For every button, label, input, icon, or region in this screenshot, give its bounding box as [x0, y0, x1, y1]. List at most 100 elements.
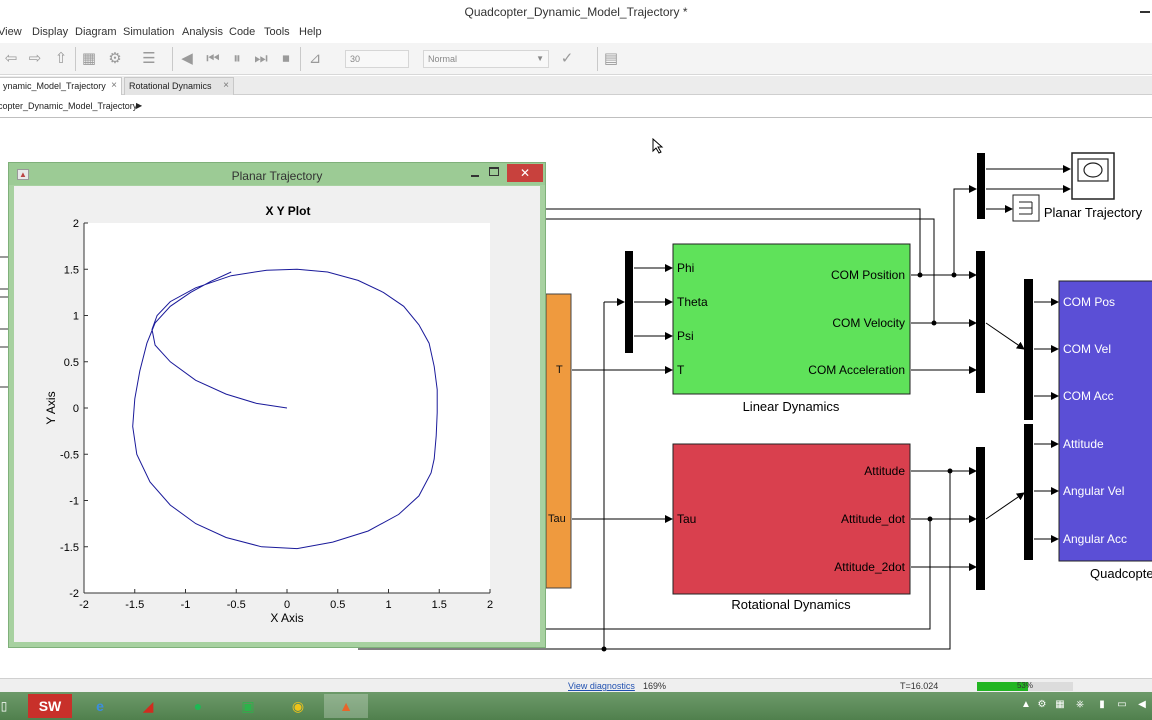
- zoom-level: 169%: [643, 681, 667, 691]
- figure-titlebar[interactable]: ▲ Planar Trajectory ✕: [9, 163, 545, 185]
- figure-maximize-icon[interactable]: [489, 167, 499, 176]
- linear-in-t: T: [677, 363, 685, 377]
- pause-icon[interactable]: ⏸: [228, 50, 246, 68]
- battery-icon[interactable]: ▭: [1116, 699, 1128, 711]
- chevron-down-icon: ▼: [536, 54, 544, 63]
- tab-rotational-dynamics[interactable]: Rotational Dynamics ×: [124, 77, 234, 95]
- library-icon[interactable]: ▦: [80, 50, 98, 68]
- solidworks-icon[interactable]: SW: [28, 694, 72, 718]
- mouse-cursor-icon: [652, 138, 664, 154]
- x-tick-label: 1.5: [432, 599, 447, 611]
- menu-view[interactable]: View: [0, 26, 22, 38]
- y-tick-label: -2: [69, 588, 79, 600]
- up-icon[interactable]: ⇧: [52, 50, 70, 68]
- x-tick-label: -1: [181, 599, 191, 611]
- forward-icon[interactable]: ⇨: [26, 50, 44, 68]
- tab-model[interactable]: ynamic_Model_Trajectory ×: [0, 77, 122, 95]
- status-bar: View diagnostics 169% T=16.024 53%: [0, 678, 1152, 692]
- grid-icon[interactable]: ▤: [602, 50, 620, 68]
- figure-close-button[interactable]: ✕: [507, 164, 543, 182]
- tab-label: ynamic_Model_Trajectory: [3, 81, 106, 91]
- x-tick-label: 0: [284, 599, 290, 611]
- spotify-icon[interactable]: ●: [176, 694, 220, 718]
- matlab-icon[interactable]: ▲: [324, 694, 368, 718]
- settings-icon[interactable]: ⚙: [106, 50, 124, 68]
- y-tick-label: -1: [69, 496, 79, 508]
- breadcrumb-item[interactable]: copter_Dynamic_Model_Trajectory: [0, 101, 137, 111]
- menu-display[interactable]: Display: [32, 26, 68, 38]
- x-axis-label: X Axis: [270, 611, 303, 625]
- menu-analysis[interactable]: Analysis: [182, 26, 223, 38]
- figure-minimize-icon[interactable]: [469, 165, 483, 179]
- minimize-icon[interactable]: [1138, 4, 1152, 18]
- chrome-icon[interactable]: ◉: [276, 694, 320, 718]
- tray-icon[interactable]: ⎈: [1074, 699, 1086, 711]
- x-tick-label: 0.5: [330, 599, 345, 611]
- quad-in-com-vel: COM Vel: [1063, 342, 1111, 356]
- close-icon[interactable]: ×: [223, 80, 229, 91]
- controller-block[interactable]: T Tau: [545, 293, 572, 589]
- y-axis-label: Y Axis: [44, 391, 58, 424]
- scope-icon[interactable]: ⊿: [306, 50, 324, 68]
- linear-out-com-velocity: COM Velocity: [832, 316, 905, 330]
- app-icon[interactable]: ◢: [126, 694, 170, 718]
- linear-dynamics-block[interactable]: Phi Theta Psi T COM Position COM Velocit…: [672, 243, 911, 414]
- y-tick-label: 2: [73, 218, 79, 230]
- menu-tools[interactable]: Tools: [264, 26, 290, 38]
- rotational-out-attitude-2dot: Attitude_2dot: [834, 560, 905, 574]
- window-titlebar: Quadcopter_Dynamic_Model_Trajectory *: [0, 0, 1152, 24]
- quadcopter-body: [1058, 280, 1152, 562]
- tray-icon[interactable]: ▦: [1054, 699, 1066, 711]
- rotational-dynamics-label: Rotational Dynamics: [731, 597, 851, 612]
- menu-code[interactable]: Code: [229, 26, 255, 38]
- tab-bar: ynamic_Model_Trajectory × Rotational Dyn…: [0, 76, 1152, 95]
- step-icon[interactable]: ⏮: [204, 50, 222, 68]
- rotational-dynamics-block[interactable]: Tau Attitude Attitude_dot Attitude_2dot …: [672, 443, 911, 612]
- tray-arrow-icon[interactable]: ▲: [1020, 699, 1032, 711]
- rotational-out-attitude: Attitude: [864, 464, 905, 478]
- controller-port-t: T: [556, 364, 563, 376]
- figure-body: X Y Plot -2 -1.5 -1 -0.5 0 0.5 1 1.5 2 2 1.5 1 0.5 0…: [14, 186, 540, 642]
- taskbar: ▯ SW e ◢ ● ▣ ◉ ▲ ▲ ⚙ ▦ ⎈ ▮ ▭ ◀: [0, 692, 1152, 720]
- rotational-in-tau: Tau: [677, 512, 696, 526]
- terminator-block[interactable]: [1012, 194, 1040, 222]
- check-icon[interactable]: ✓: [558, 50, 576, 68]
- breadcrumb-arrow-icon: ▶: [136, 101, 143, 110]
- linear-in-theta: Theta: [677, 295, 708, 309]
- linear-in-phi: Phi: [677, 261, 694, 275]
- figure-title: Planar Trajectory: [231, 169, 323, 183]
- quad-in-com-acc: COM Acc: [1063, 389, 1114, 403]
- quad-in-com-pos: COM Pos: [1063, 295, 1115, 309]
- linear-out-com-position: COM Position: [831, 268, 905, 282]
- simulation-mode-select[interactable]: Normal ▼: [423, 50, 549, 68]
- figure-window[interactable]: ▲ Planar Trajectory ✕ X Y Plot -2 -1.5 -1 -…: [8, 162, 546, 648]
- close-icon[interactable]: ×: [111, 80, 117, 91]
- model-explorer-icon[interactable]: ☰: [140, 50, 158, 68]
- step-back-icon[interactable]: ◀: [178, 50, 196, 68]
- internet-explorer-icon[interactable]: e: [78, 694, 122, 718]
- step-forward-icon[interactable]: ⏭: [252, 50, 270, 68]
- stop-icon[interactable]: ⏹: [277, 50, 295, 68]
- back-icon[interactable]: ⇦: [2, 50, 20, 68]
- controller-port-tau: Tau: [548, 513, 566, 525]
- planar-trajectory-scope[interactable]: Planar Trajectory: [1044, 152, 1143, 220]
- menu-diagram[interactable]: Diagram: [75, 26, 117, 38]
- plot-title: X Y Plot: [266, 204, 311, 218]
- view-diagnostics-link[interactable]: View diagnostics: [568, 681, 635, 691]
- stop-time-field[interactable]: 30: [345, 50, 409, 68]
- y-tick-label: 1.5: [64, 264, 79, 276]
- simulation-mode-value: Normal: [428, 54, 458, 64]
- y-tick-label: 1: [73, 311, 79, 323]
- network-icon[interactable]: ▮: [1096, 699, 1108, 711]
- menu-simulation[interactable]: Simulation: [123, 26, 174, 38]
- store-icon[interactable]: ▣: [226, 694, 270, 718]
- x-tick-label: 1: [385, 599, 391, 611]
- tray-icon[interactable]: ⚙: [1036, 699, 1048, 711]
- volume-icon[interactable]: ◀: [1136, 699, 1148, 711]
- menu-help[interactable]: Help: [299, 26, 322, 38]
- tab-label: Rotational Dynamics: [129, 81, 212, 91]
- explorer-icon[interactable]: ▯: [0, 694, 14, 718]
- quadcopter-block[interactable]: COM Pos COM Vel COM Acc Attitude Angular…: [1058, 280, 1152, 581]
- quad-in-angular-acc: Angular Acc: [1063, 532, 1127, 546]
- xy-plot[interactable]: X Y Plot -2 -1.5 -1 -0.5 0 0.5 1 1.5 2 2 1.5 1 0.5 0…: [14, 186, 540, 642]
